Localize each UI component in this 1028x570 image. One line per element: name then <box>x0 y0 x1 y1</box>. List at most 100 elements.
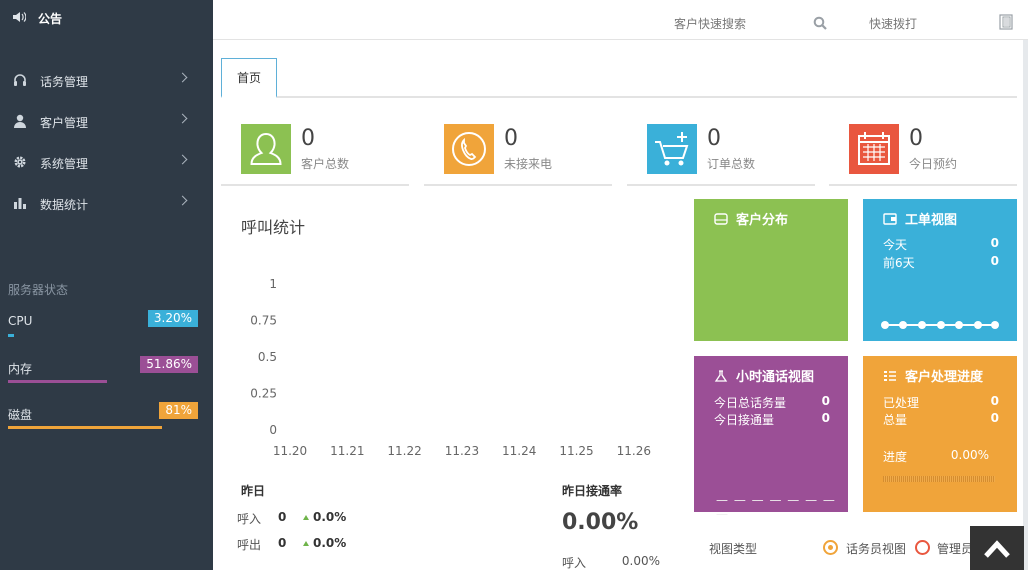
metric-bar <box>8 380 107 383</box>
sidebar-notice[interactable]: 公告 <box>12 10 62 27</box>
search-icon[interactable] <box>813 16 827 30</box>
tile-customer-progress[interactable]: 客户处理进度 已处理 0 总量 0 进度 0.00% <box>863 356 1017 512</box>
stat-card-customers[interactable]: 0 客户总数 <box>221 124 409 186</box>
stat-value: 0 <box>301 126 315 151</box>
sidebar-item-call-management[interactable]: 话务管理 <box>12 70 202 92</box>
x-tick-label: 11.25 <box>559 444 593 458</box>
tile-row-label: 前6天 <box>883 256 915 270</box>
sidebar-item-label: 数据统计 <box>40 197 89 212</box>
back-to-top-button[interactable] <box>970 526 1024 570</box>
dialpad-icon[interactable] <box>999 14 1013 30</box>
calendar-icon <box>849 124 899 174</box>
tile-row-value: 0 <box>821 411 830 425</box>
x-tick-label: 11.26 <box>617 444 651 458</box>
cart-icon <box>647 124 697 174</box>
sidebar-item-label: 系统管理 <box>40 156 89 171</box>
connect-rate-title: 昨日接通率 <box>562 484 623 498</box>
tile-progress-row: 进度 0.00% <box>883 448 989 465</box>
connect-rate-row-value: 0.00% <box>621 554 660 568</box>
sparkline <box>881 321 999 329</box>
y-tick-label: 0.5 <box>258 350 277 364</box>
chevron-right-icon <box>177 113 188 124</box>
scrollbar-track[interactable] <box>1023 40 1028 570</box>
sidebar-notice-label: 公告 <box>38 12 63 26</box>
stat-value: 0 <box>707 126 721 151</box>
sidebar-item-system-management[interactable]: 系统管理 <box>12 152 202 174</box>
view-type-label: 视图类型 <box>709 542 758 556</box>
tile-row-label: 今日接通量 <box>714 413 775 427</box>
tile-ticket-view[interactable]: 工单视图 今天 0 前6天 0 <box>863 199 1017 341</box>
y-tick-label: 0.25 <box>250 387 277 401</box>
metric-badge: 3.20% <box>147 310 198 327</box>
sidebar-item-customer-management[interactable]: 客户管理 <box>12 111 202 133</box>
chevron-right-icon <box>177 72 188 83</box>
stat-card-orders[interactable]: 0 订单总数 <box>627 124 815 186</box>
server-status-title: 服务器状态 <box>8 283 69 297</box>
tile-row: 今天 0 <box>883 236 999 253</box>
wallet-icon <box>883 212 897 225</box>
sidebar-item-data-statistics[interactable]: 数据统计 <box>12 193 202 215</box>
sidebar-item-label: 话务管理 <box>40 74 89 89</box>
stat-label: 客户总数 <box>301 157 350 171</box>
yesterday-row-outbound: 呼出 0 0.0% <box>237 536 346 553</box>
hourly-placeholder: — — — — — — — — <box>716 493 836 521</box>
x-tick-label: 11.24 <box>502 444 536 458</box>
yesterday-row-change: 0.0% <box>303 510 383 524</box>
person-icon <box>241 124 291 174</box>
metric-bar <box>8 426 162 429</box>
tile-title: 工单视图 <box>905 213 958 228</box>
metric-label: 内存 <box>8 362 33 376</box>
yesterday-title: 昨日 <box>241 484 266 498</box>
tile-row-label: 总量 <box>883 413 908 427</box>
radio-admin-view[interactable] <box>915 540 930 555</box>
yesterday-row-value: 0 <box>278 510 287 524</box>
quick-dial-input[interactable]: 快速拨打 <box>869 15 917 32</box>
tile-title: 客户分布 <box>736 213 789 228</box>
list-icon <box>883 370 897 382</box>
tile-row-label: 进度 <box>883 450 908 464</box>
x-tick-label: 11.21 <box>330 444 364 458</box>
radio-admin-view-label[interactable]: 管理员 <box>937 540 973 557</box>
drive-icon <box>714 212 728 225</box>
stat-label: 今日预约 <box>909 157 958 171</box>
connect-rate-row-label: 呼入 <box>562 556 587 570</box>
tile-row-value: 0 <box>821 394 830 408</box>
metric-label: 磁盘 <box>8 408 33 422</box>
stat-card-appointments[interactable]: 0 今日预约 <box>829 124 1017 186</box>
tab-bar: 首页 <box>221 58 1017 98</box>
chevron-right-icon <box>177 195 188 206</box>
y-tick-label: 0 <box>269 423 277 437</box>
stat-label: 订单总数 <box>707 157 756 171</box>
tile-row-value: 0 <box>990 236 999 250</box>
yesterday-row-change: 0.0% <box>303 536 383 550</box>
customer-search-input[interactable]: 客户快速搜索 <box>674 15 746 32</box>
tile-customer-distribution[interactable]: 客户分布 <box>694 199 848 341</box>
tile-row: 总量 0 <box>883 411 999 428</box>
tile-hourly-call-view[interactable]: 小时通话视图 今日总话务量 0 今日接通量 0 — — — — — — — — <box>694 356 848 521</box>
connect-rate-value: 0.00% <box>562 510 639 535</box>
y-tick-label: 1 <box>269 277 277 291</box>
yesterday-row-label: 呼出 <box>237 538 262 552</box>
gear-icon <box>12 155 28 172</box>
stat-card-missed-calls[interactable]: 0 未接来电 <box>424 124 612 186</box>
yesterday-row-value: 0 <box>278 536 287 550</box>
tile-row: 前6天 0 <box>883 254 999 271</box>
tile-title: 小时通话视图 <box>736 370 815 385</box>
flask-icon <box>714 369 728 382</box>
top-bar: 客户快速搜索 快速拨打 <box>213 0 1028 40</box>
call-stats-chart: 1 0.75 0.5 0.25 0 11.20 11.21 11.22 11.23 11.24 11… <box>250 277 651 458</box>
x-tick-label: 11.22 <box>387 444 421 458</box>
metric-label: CPU <box>8 314 33 328</box>
sidebar-item-label: 客户管理 <box>40 115 89 130</box>
radio-operator-view-label[interactable]: 话务员视图 <box>846 540 906 557</box>
phone-icon <box>444 124 494 174</box>
tile-row-label: 今天 <box>883 238 908 252</box>
metric-cpu: CPU 3.20% <box>8 310 198 337</box>
sidebar: 公告 话务管理 客户管理 系统管理 数据统计 服务器状态 CPU 3.20% 内… <box>0 0 213 570</box>
metric-bar <box>8 334 14 337</box>
tab-home[interactable]: 首页 <box>221 58 277 98</box>
radio-operator-view[interactable] <box>823 540 838 555</box>
x-tick-label: 11.20 <box>273 444 307 458</box>
x-tick-label: 11.23 <box>445 444 479 458</box>
tile-row: 今日总话务量 0 <box>714 394 830 411</box>
